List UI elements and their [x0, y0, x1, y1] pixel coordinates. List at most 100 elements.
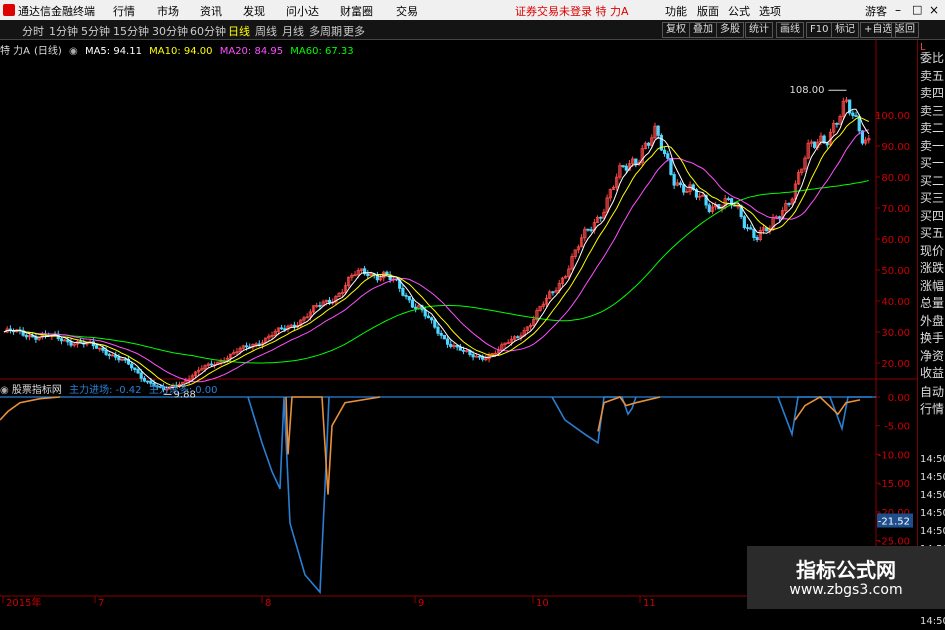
side-tab[interactable]: 买二 [920, 173, 944, 189]
candle-body [749, 227, 753, 230]
candle-body [430, 317, 434, 321]
side-tab[interactable]: 买五 [920, 225, 944, 241]
side-tab[interactable]: 买四 [920, 208, 944, 224]
candle-body [69, 341, 73, 346]
settings-icon[interactable]: ◉ [0, 385, 9, 396]
candle-body [678, 182, 683, 186]
candle-body [423, 309, 427, 317]
candle-body [745, 227, 750, 229]
side-tab[interactable]: 卖一 [920, 138, 944, 154]
menu-news[interactable]: 资讯 [200, 3, 222, 19]
candle-body [851, 112, 855, 116]
side-tab[interactable]: 外盘 [920, 313, 944, 329]
multi-stock-button[interactable]: 多股 [716, 22, 744, 38]
candle-body [442, 334, 446, 340]
period-weekly[interactable]: 周线 [255, 23, 277, 39]
period-more[interactable]: 更多 [343, 23, 365, 39]
side-tab[interactable]: 买一 [920, 155, 944, 171]
period-15min[interactable]: 15分钟 [113, 23, 149, 39]
f10-button[interactable]: F10 [806, 22, 833, 38]
candle-body [586, 228, 590, 231]
menu-trade[interactable]: 交易 [396, 3, 418, 19]
side-tab[interactable]: 卖四 [920, 85, 944, 101]
price-tick-label: 30.00 [881, 328, 910, 339]
login-notice: 证券交易未登录 特 力A [515, 5, 629, 18]
menu-quotes[interactable]: 行情 [113, 3, 135, 19]
price-tick-label: 50.00 [881, 266, 910, 277]
side-tab[interactable]: 自动 [920, 384, 944, 400]
side-tab[interactable]: 涨幅 [920, 278, 944, 294]
candle-body [407, 296, 411, 301]
candle-body [101, 347, 105, 351]
adjust-button[interactable]: 复权 [662, 22, 690, 38]
side-tab[interactable]: 委比 [920, 50, 944, 66]
side-tab[interactable]: 买三 [920, 190, 944, 206]
user-label[interactable]: 游客 [865, 3, 887, 19]
statistics-button[interactable]: 统计 [745, 22, 773, 38]
date-label: 11 [643, 598, 656, 609]
candle-body [107, 354, 111, 356]
sub-indicator-info: ◉ 股票指标网 主力进场: -0.42 主力诱多: 0.00 [0, 381, 218, 396]
quote-side-panel: L 委比 卖五 卖四 卖三 卖二 卖一 买一 买二 买三 买四 买五 现价 涨跌 涨幅 总量 外盘 换手 净资 收益… [917, 40, 945, 627]
period-multi[interactable]: 多周期 [309, 23, 342, 39]
candle-body [662, 149, 667, 155]
side-tab[interactable]: 卖三 [920, 103, 944, 119]
menu-wealth[interactable]: 财富圈 [340, 3, 373, 19]
draw-line-button[interactable]: 画线 [776, 22, 804, 38]
minimize-icon[interactable]: – [895, 3, 901, 17]
candle-body [104, 349, 108, 355]
maximize-icon[interactable]: □ [912, 3, 922, 16]
kline-chart[interactable]: 100.0090.0080.0070.0060.0050.0040.0030.0… [0, 40, 917, 609]
candle-body [133, 367, 137, 370]
side-time: 14:50 [920, 454, 945, 465]
menu-discover[interactable]: 发现 [243, 3, 265, 19]
candle-body [726, 198, 730, 201]
period-tick[interactable]: 分时 [22, 23, 44, 39]
side-tab[interactable]: 卖二 [920, 120, 944, 136]
side-tab[interactable]: 换手 [920, 330, 944, 346]
menu-formula[interactable]: 公式 [728, 3, 750, 19]
mark-button[interactable]: 标记 [831, 22, 859, 38]
candle-body [414, 306, 418, 309]
candle-body [647, 142, 651, 146]
candle-body [589, 229, 593, 232]
close-icon[interactable]: × [929, 3, 939, 17]
candle-body [666, 153, 670, 159]
side-tab[interactable]: 收益 [920, 365, 944, 381]
candle-body [209, 363, 214, 366]
side-tab[interactable]: 行情 [920, 401, 944, 417]
current-value-label: -21.52 [878, 517, 910, 528]
settings-icon[interactable]: ◉ [69, 46, 78, 57]
menu-function[interactable]: 功能 [665, 3, 687, 19]
chart-grid [0, 40, 917, 609]
price-tick-label: 90.00 [881, 142, 910, 153]
period-monthly[interactable]: 月线 [282, 23, 304, 39]
period-1min[interactable]: 1分钟 [49, 23, 78, 39]
candle-body [656, 125, 660, 136]
candle-body [672, 174, 676, 186]
sub-tick-label: -5.00 [884, 422, 910, 433]
side-time: 14:50 [920, 616, 945, 627]
period-60min[interactable]: 60分钟 [190, 23, 226, 39]
side-tab[interactable]: 涨跌 [920, 260, 944, 276]
side-tab[interactable]: 净资 [920, 348, 944, 364]
menu-options[interactable]: 选项 [759, 3, 781, 19]
menu-layout[interactable]: 版面 [697, 3, 719, 19]
menu-market[interactable]: 市场 [157, 3, 179, 19]
side-tab[interactable]: 卖五 [920, 68, 944, 84]
period-5min[interactable]: 5分钟 [81, 23, 110, 39]
overlay-button[interactable]: 叠加 [689, 22, 717, 38]
back-button[interactable]: 返回 [891, 22, 919, 38]
ma10-label: MA10: 94.00 [149, 46, 213, 57]
candle-body [461, 349, 466, 352]
period-daily[interactable]: 日线 [228, 23, 250, 39]
period-30min[interactable]: 30分钟 [152, 23, 188, 39]
period-label: (日线) [34, 46, 62, 57]
candle-body [835, 122, 839, 125]
side-tab[interactable]: 现价 [920, 243, 944, 259]
menu-ask[interactable]: 问小达 [286, 3, 319, 19]
candle-body [436, 326, 440, 334]
candle-body [117, 356, 121, 361]
side-tab[interactable]: 总量 [920, 295, 944, 311]
period-toolbar: 分时 1分钟 5分钟 15分钟 30分钟 60分钟 日线 周线 月线 多周期 更… [0, 20, 945, 40]
